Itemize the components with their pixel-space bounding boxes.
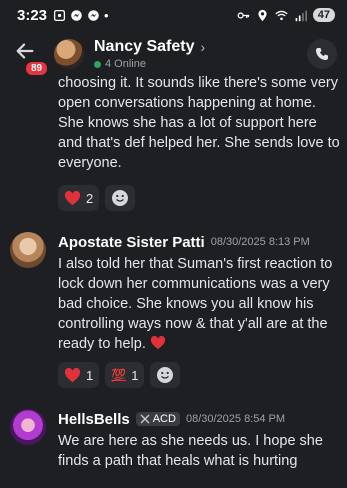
unread-badge: 89 bbox=[24, 60, 50, 77]
messenger-icon bbox=[71, 9, 82, 21]
emoji-smile-icon bbox=[157, 367, 174, 383]
avatar[interactable] bbox=[10, 409, 46, 445]
reaction-heart[interactable]: 1 bbox=[58, 362, 100, 388]
status-bar: 3:23 • 47 bbox=[0, 0, 347, 30]
channel-header: 89 Nancy Safety › 4 Online bbox=[0, 30, 347, 78]
heart-emoji-icon bbox=[150, 336, 165, 350]
heart-emoji-icon bbox=[64, 190, 81, 205]
signal-icon bbox=[295, 10, 307, 21]
reaction-count: 1 bbox=[86, 367, 94, 383]
location-icon bbox=[258, 9, 267, 21]
add-reaction-button[interactable] bbox=[105, 185, 136, 211]
online-status-dot bbox=[94, 60, 101, 68]
reaction-bar: 1 💯 1 bbox=[58, 362, 343, 388]
role-tag[interactable]: ACD bbox=[135, 412, 180, 426]
screenshot-icon bbox=[54, 9, 66, 21]
swords-icon bbox=[140, 414, 150, 424]
back-button[interactable]: 89 bbox=[12, 34, 50, 77]
avatar[interactable] bbox=[10, 232, 46, 268]
notification-dot: • bbox=[104, 7, 109, 23]
message-text: I also told her that Suman's first react… bbox=[58, 256, 333, 352]
key-icon bbox=[237, 11, 249, 19]
battery-level: 47 bbox=[312, 8, 335, 22]
role-tag-label: ACD bbox=[152, 413, 176, 425]
group-avatar[interactable] bbox=[54, 39, 84, 69]
call-button[interactable] bbox=[307, 39, 337, 69]
add-reaction-button[interactable] bbox=[150, 362, 181, 388]
timestamp: 08/30/2025 8:13 PM bbox=[210, 236, 310, 248]
wifi-icon bbox=[275, 10, 288, 20]
message-text: choosing it. It sounds like there's some… bbox=[58, 75, 340, 171]
reaction-count: 1 bbox=[131, 367, 139, 383]
back-arrow-icon bbox=[16, 43, 34, 59]
online-count: 4 Online bbox=[105, 58, 146, 70]
reaction-heart[interactable]: 2 bbox=[58, 185, 100, 211]
heart-emoji-icon bbox=[64, 367, 81, 382]
channel-name: Nancy Safety bbox=[94, 38, 195, 55]
message-text: We are here as she needs us. I hope she … bbox=[58, 433, 323, 469]
author-name[interactable]: HellsBells bbox=[58, 411, 130, 428]
reaction-count: 2 bbox=[86, 190, 94, 206]
status-time: 3:23 bbox=[17, 6, 48, 24]
phone-icon bbox=[316, 48, 328, 60]
chevron-right-icon: › bbox=[200, 39, 206, 55]
reaction-bar: 2 bbox=[58, 185, 136, 211]
reaction-hundred[interactable]: 💯 1 bbox=[105, 362, 145, 388]
author-name[interactable]: Apostate Sister Patti bbox=[58, 234, 205, 251]
timestamp: 08/30/2025 8:54 PM bbox=[185, 413, 286, 425]
channel-title[interactable]: Nancy Safety › bbox=[94, 38, 205, 56]
hundred-emoji-icon: 💯 bbox=[111, 368, 127, 382]
messenger-icon bbox=[88, 9, 99, 21]
emoji-smile-icon bbox=[112, 190, 129, 206]
